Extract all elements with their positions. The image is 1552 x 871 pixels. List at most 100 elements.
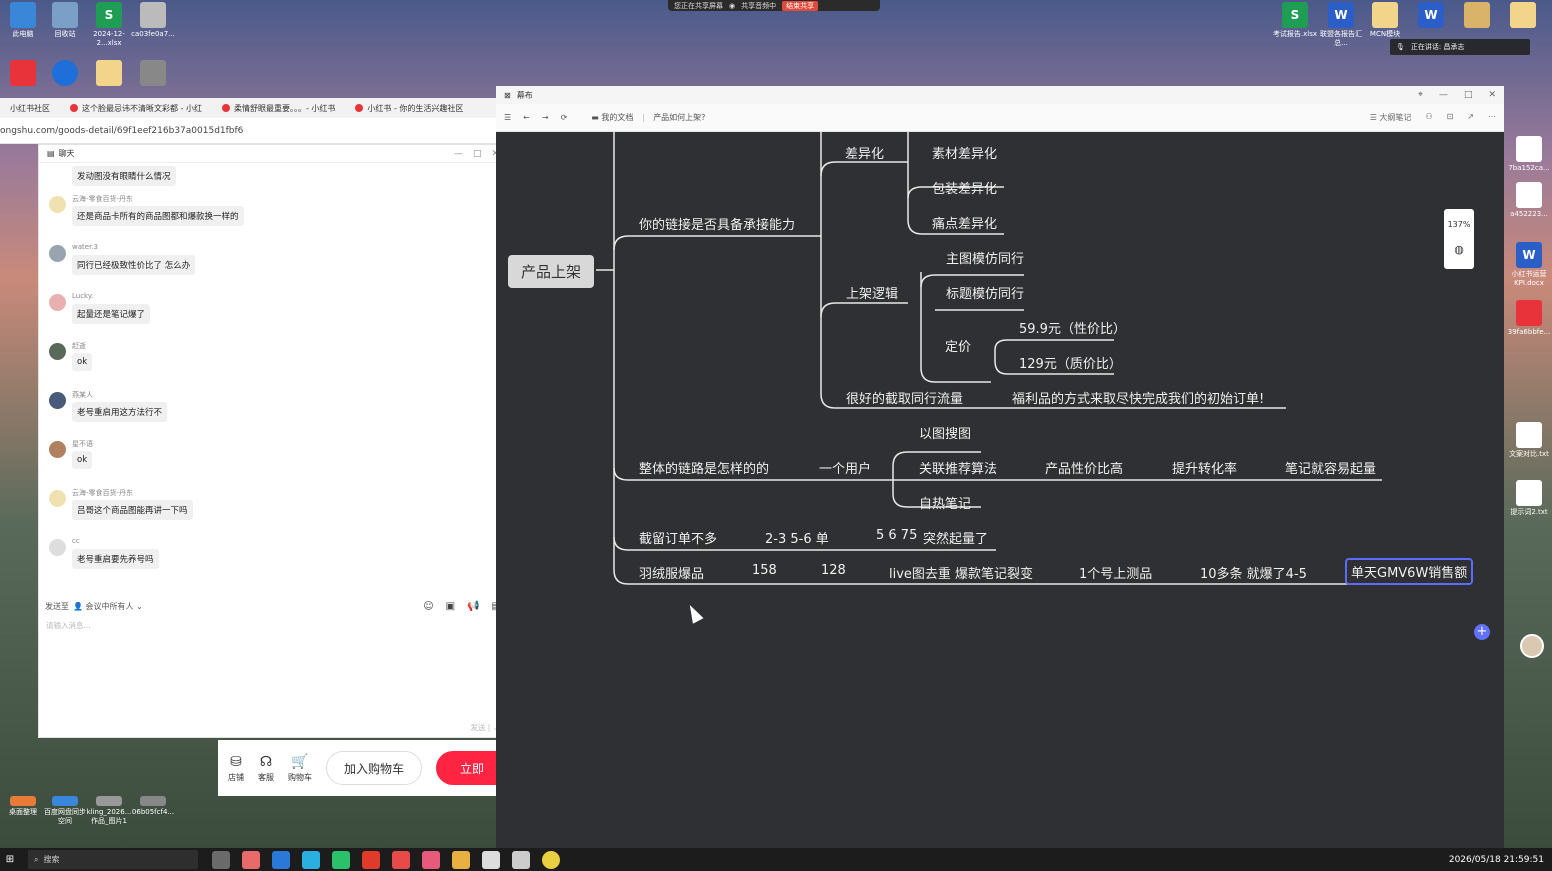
mindmap-node[interactable]: 提升转化率 [1172,458,1237,477]
desktop-icon[interactable]: W [1408,2,1454,30]
mindmap-node[interactable]: 一个用户 [819,458,871,477]
buy-now-button[interactable]: 立即 [436,751,496,785]
taskbar-app-icon[interactable] [422,850,440,869]
taskbar-app-icon[interactable] [332,850,350,869]
store-button[interactable]: ⛁ 店铺 [228,754,244,783]
pin-icon[interactable]: ⌖ [1418,90,1423,100]
zoom-level[interactable]: 137% [1444,220,1474,229]
desktop-icon[interactable] [0,60,46,88]
browser-tab[interactable]: 小红书社区 [0,103,60,114]
mindmap-node[interactable]: 素材差异化 [932,143,997,162]
desktop-icon[interactable]: 此电脑 [0,2,46,39]
taskbar-search[interactable]: ⌕ 搜索 [28,850,198,869]
add-to-cart-button[interactable]: 加入购物车 [326,751,422,785]
mindmap-node[interactable]: 产品性价比高 [1045,458,1123,477]
breadcrumb-doc[interactable]: 产品如何上架? [653,113,705,122]
desktop-icon[interactable]: 文案对比.txt [1506,422,1552,459]
send-button[interactable]: 发送 | ⌄ [470,722,499,733]
desktop-icon[interactable]: W 小红书运营KPI.docx [1506,242,1552,288]
breadcrumb-root[interactable]: 我的文档 [601,113,633,122]
folder-icon[interactable]: ▣ [446,601,455,612]
mindmap-node[interactable]: 关联推荐算法 [919,458,997,477]
mindmap-node[interactable]: 129元（质价比） [1019,353,1122,372]
desktop-icon[interactable]: 桌面整理 [0,796,46,817]
mindmap-node[interactable]: 福利品的方式来取尽快完成我们的初始订单! [1012,388,1264,407]
taskbar-app-icon[interactable] [452,850,470,869]
record-icon[interactable]: ◉ [729,2,735,10]
mindmap-node[interactable]: 包装差异化 [932,178,997,197]
mindmap-node[interactable]: 自热笔记 [919,493,971,512]
avatar[interactable] [49,441,66,458]
desktop-icon[interactable]: kling_2026...作品_图片1 [86,796,132,826]
minimize-icon[interactable]: — [454,149,463,159]
outline-toggle[interactable]: ☰ 大纲笔记 [1370,112,1412,123]
mindmap-node[interactable]: 上架逻辑 [846,283,898,302]
mindmap-node[interactable]: 羽绒服爆品 [639,563,704,582]
desktop-icon[interactable]: ca03fe0a7... [130,2,176,39]
mindmap-node[interactable]: 59.9元（性价比） [1019,318,1126,337]
mindmap-node[interactable]: 1个号上测品 [1079,563,1152,582]
menu-icon[interactable]: ☰ [504,113,511,122]
mindmap-node[interactable]: 整体的链路是怎样的的 [639,458,769,477]
mindmap-node[interactable]: 以图搜图 [919,423,971,442]
taskbar-app-icon[interactable] [512,850,530,869]
mindmap-node[interactable]: 10多条 就爆了4-5 [1200,563,1307,582]
mindmap-node[interactable]: 截留订单不多 [639,528,717,547]
stop-share-button[interactable]: 结束共享 [782,0,819,11]
maximize-icon[interactable]: □ [473,149,482,159]
recipient-select[interactable]: 👤 会议中所有人 ⌄ [73,601,143,612]
forward-icon[interactable]: → [542,113,549,122]
refresh-icon[interactable]: ⟳ [561,113,568,122]
desktop-icon[interactable] [1454,2,1500,30]
desktop-icon[interactable]: MCN模块 [1362,2,1408,39]
avatar[interactable] [49,245,66,262]
desktop-icon[interactable]: S 考试报告.xlsx [1272,2,1318,39]
mindmap-node[interactable]: 定价 [945,336,971,355]
lock-icon[interactable]: ⊡ [1447,112,1454,123]
selected-mindmap-node[interactable]: 单天GMV6W销售额 [1345,558,1474,585]
taskbar-app-icon[interactable] [392,850,410,869]
mindmap-node[interactable]: 笔记就容易起量 [1285,458,1376,477]
desktop-icon[interactable]: 提示词2.txt [1506,480,1552,517]
cart-icon-button[interactable]: 🛒 购物车 [288,754,312,783]
avatar[interactable] [49,294,66,311]
mindmap-node[interactable]: 标题模仿同行 [946,283,1024,302]
taskbar-app-icon[interactable] [482,850,500,869]
taskbar-app-icon[interactable] [272,850,290,869]
collaborate-icon[interactable]: ⚇ [1425,112,1432,123]
mindmap-node[interactable]: live图去重 爆款笔记裂变 [889,563,1033,582]
emoji-icon[interactable]: ☺ [423,601,433,612]
browser-tab[interactable]: 小红书 - 你的生活兴趣社区 [345,103,473,114]
mindmap-node[interactable]: 很好的截取同行流量 [846,388,963,407]
windows-start-icon[interactable]: ⊞ [0,854,20,865]
avatar[interactable] [49,539,66,556]
mindmap-node[interactable]: 主图模仿同行 [946,248,1024,267]
mindmap-node[interactable]: 痛点差异化 [932,213,997,232]
taskbar-app-icon[interactable] [302,850,320,869]
mindmap-node[interactable]: 158 [752,563,777,578]
audio-share-text[interactable]: 共享音频中 [741,1,776,11]
minimize-icon[interactable]: — [1439,90,1448,100]
mindmap-node[interactable]: 差异化 [845,143,884,162]
browser-tab[interactable]: 这个脸最忌讳不清晰文彩都 - 小红 [60,103,212,114]
avatar[interactable] [49,343,66,360]
avatar[interactable] [49,490,66,507]
taskbar-clock[interactable]: 2026/05/18 21:59:51 [1449,855,1544,865]
mindmap-node[interactable]: 128 [821,563,846,578]
desktop-icon[interactable]: 7ba152ca... [1506,136,1552,173]
desktop-icon[interactable] [1500,2,1546,30]
user-avatar[interactable] [1520,634,1544,658]
avatar[interactable] [49,196,66,213]
mindmap-node[interactable]: 你的链接是否具备承接能力 [639,214,795,233]
desktop-icon[interactable] [130,60,176,88]
desktop-icon[interactable]: a452223... [1506,182,1552,219]
browser-address-bar[interactable]: ongshu.com/goods-detail/69f1eef216b37a00… [0,118,497,144]
taskbar-app-icon[interactable] [212,850,230,869]
share-icon[interactable]: ↗ [1467,112,1474,123]
message-input[interactable]: 请输入消息... [46,620,91,631]
browser-tab[interactable]: 柔情舒眼最重要。。。- 小红书 [212,103,345,114]
mindmap-canvas[interactable]: 产品上架 你的链接是否具备承接能力 差异化 素材差异化 包装差异化 痛点差异化 … [496,132,1504,848]
mindmap-node[interactable]: 2-3 5-6 单 [765,528,829,547]
desktop-icon[interactable]: W 联盟各报告汇总... [1318,2,1364,48]
megaphone-icon[interactable]: 📢 [467,601,479,612]
